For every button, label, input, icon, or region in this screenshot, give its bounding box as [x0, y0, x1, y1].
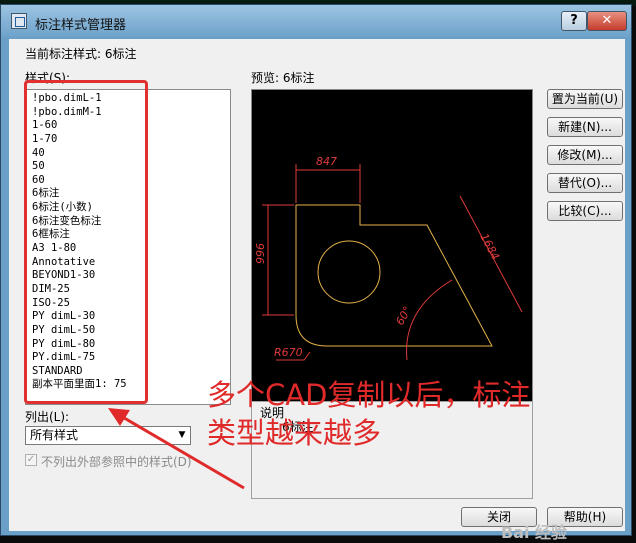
annotation-line-2: 类型越来越多 [207, 416, 382, 450]
annotation-arrow [108, 408, 245, 490]
annotation-line-1: 多个CAD复制以后，标注 [207, 378, 531, 412]
